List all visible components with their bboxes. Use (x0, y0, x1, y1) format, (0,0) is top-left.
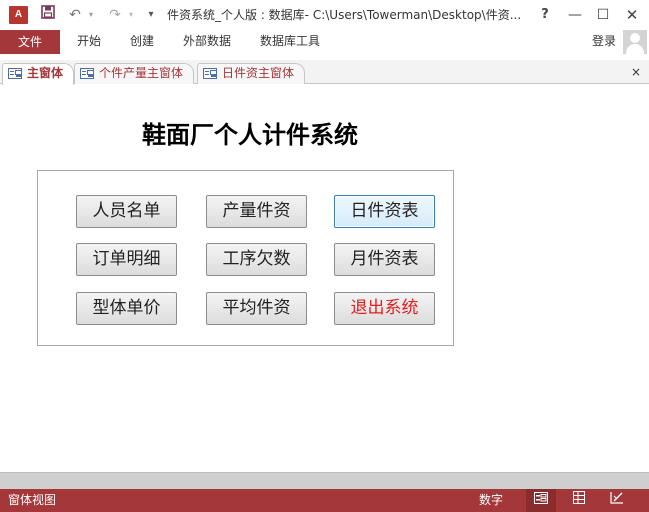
average-wage-button[interactable]: 平均件资 (206, 292, 307, 325)
exit-system-button[interactable]: 退出系统 (334, 292, 435, 325)
undo-dropdown-icon[interactable]: ▾ (86, 4, 96, 26)
layout-view-icon[interactable] (564, 489, 594, 512)
output-wage-button[interactable]: 产量件资 (206, 195, 307, 228)
customize-quick-access-icon[interactable]: ▾ (144, 4, 158, 26)
order-detail-button[interactable]: 订单明细 (76, 243, 177, 276)
button-panel: 人员名单 产量件资 日件资表 订单明细 工序欠数 月件资表 型体单价 平均件资 … (37, 170, 454, 346)
form-view: 鞋面厂个人计件系统 人员名单 产量件资 日件资表 订单明细 工序欠数 月件资表 … (0, 85, 649, 472)
undo-icon[interactable]: ↶ (66, 4, 84, 26)
save-icon[interactable] (38, 4, 58, 26)
user-avatar-icon[interactable] (623, 30, 647, 54)
doc-tab-label: 日件资主窗体 (222, 66, 295, 80)
doc-tab-daily-wage-form[interactable]: 日件资主窗体 (197, 63, 306, 84)
monthly-wage-report-button[interactable]: 月件资表 (334, 243, 435, 276)
window-title: 件资系统_个人版 : 数据库- C:\Users\Towerman\Deskto… (167, 8, 522, 22)
num-lock-indicator: 数字 (479, 493, 504, 507)
close-document-icon[interactable]: × (628, 63, 644, 81)
form-icon (203, 68, 217, 79)
daily-wage-report-button[interactable]: 日件资表 (334, 195, 435, 228)
doc-tab-main-form[interactable]: 主窗体 (2, 63, 75, 85)
personnel-list-button[interactable]: 人员名单 (76, 195, 177, 228)
redo-dropdown-icon[interactable]: ▾ (126, 4, 136, 26)
ribbon-tab-create[interactable]: 创建 (130, 30, 154, 54)
title-bar: A ↶ ▾ ↷ ▾ ▾ 件资系统_个人版 : 数据库- C:\Users\Tow… (0, 0, 649, 30)
horizontal-scrollbar[interactable] (0, 472, 649, 489)
ribbon-tab-home[interactable]: 开始 (77, 30, 101, 54)
ribbon-tab-database-tools[interactable]: 数据库工具 (260, 30, 320, 54)
process-owed-button[interactable]: 工序欠数 (206, 243, 307, 276)
redo-icon[interactable]: ↷ (106, 4, 124, 26)
doc-tab-output-form[interactable]: 个件产量主窗体 (74, 63, 195, 84)
ribbon-tab-external-data[interactable]: 外部数据 (183, 30, 231, 54)
status-bar: 窗体视图 数字 (0, 489, 649, 512)
maximize-button[interactable]: ☐ (588, 0, 618, 30)
ribbon-tab-file[interactable]: 文件 (0, 30, 60, 54)
help-button[interactable]: ? (530, 0, 560, 30)
doc-tab-label: 个件产量主窗体 (99, 66, 184, 80)
access-app-icon[interactable]: A (9, 6, 28, 24)
view-mode-label: 窗体视图 (8, 493, 57, 507)
ribbon-tab-bar: 文件 开始 创建 外部数据 数据库工具 登录 (0, 30, 649, 54)
model-unit-price-button[interactable]: 型体单价 (76, 292, 177, 325)
minimize-button[interactable]: — (560, 0, 590, 30)
close-window-button[interactable]: ✕ (617, 0, 647, 30)
doc-tab-label: 主窗体 (27, 66, 64, 80)
form-icon (8, 68, 22, 79)
document-tab-bar: 主窗体 个件产量主窗体 日件资主窗体 (0, 60, 649, 85)
sign-in-link[interactable]: 登录 (592, 30, 616, 54)
form-icon (80, 68, 94, 79)
design-view-icon[interactable] (602, 489, 632, 512)
form-view-icon[interactable] (526, 489, 556, 512)
form-title: 鞋面厂个人计件系统 (142, 120, 358, 149)
